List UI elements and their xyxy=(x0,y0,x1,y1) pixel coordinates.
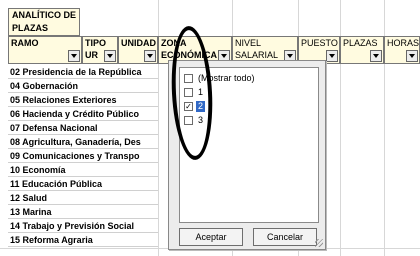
header-horas: HORAS xyxy=(384,36,420,64)
chevron-down-icon xyxy=(71,54,77,58)
header-label: TIPO UR xyxy=(85,38,107,60)
table-row[interactable]: 05 Relaciones Exteriores xyxy=(8,94,158,107)
header-plazas: PLAZAS xyxy=(340,36,384,64)
chevron-down-icon xyxy=(107,54,113,58)
chevron-down-icon xyxy=(147,54,153,58)
table-row[interactable]: 09 Comunicaciones y Transpo xyxy=(8,150,158,163)
filter-dropdown-button[interactable] xyxy=(104,50,116,62)
report-title-text: ANALÍTICO DE PLAZAS xyxy=(12,10,76,33)
table-row[interactable]: 10 Economía xyxy=(8,164,158,177)
table-row[interactable]: 04 Gobernación xyxy=(8,80,158,93)
header-ramo: RAMO xyxy=(8,36,82,64)
filter-dropdown-button[interactable] xyxy=(370,50,382,62)
table-row[interactable]: 06 Hacienda y Crédito Público xyxy=(8,108,158,121)
table-row[interactable]: 02 Presidencia de la República xyxy=(8,66,158,79)
chevron-down-icon xyxy=(329,54,335,58)
table-row[interactable]: 14 Trabajo y Previsión Social xyxy=(8,220,158,233)
header-unidad: UNIDAD xyxy=(118,36,158,64)
table-row[interactable]: 07 Defensa Nacional xyxy=(8,122,158,135)
header-tipo-ur: TIPO UR xyxy=(82,36,118,64)
filter-dropdown-button[interactable] xyxy=(406,50,418,62)
cancel-button[interactable]: Cancelar xyxy=(253,228,317,246)
header-label: RAMO xyxy=(11,38,39,48)
header-label: HORAS xyxy=(387,38,420,48)
chevron-down-icon xyxy=(287,54,293,58)
chevron-down-icon xyxy=(221,54,227,58)
accept-button[interactable]: Aceptar xyxy=(179,228,243,246)
table-row[interactable]: 15 Reforma Agraria xyxy=(8,234,158,247)
filter-dropdown-button[interactable] xyxy=(144,50,156,62)
filter-dropdown-button[interactable] xyxy=(326,50,338,62)
table-row[interactable]: 08 Agricultura, Ganadería, Des xyxy=(8,136,158,149)
header-label: UNIDAD xyxy=(121,38,156,48)
resize-grip-icon[interactable] xyxy=(315,239,323,247)
header-label: PUESTO xyxy=(301,38,338,48)
table-row[interactable]: 12 Salud xyxy=(8,192,158,205)
report-title: ANALÍTICO DE PLAZAS xyxy=(8,8,80,36)
filter-dropdown-button[interactable] xyxy=(68,50,80,62)
table-row[interactable]: 13 Marina xyxy=(8,206,158,219)
header-label: NIVEL SALARIAL xyxy=(235,38,279,60)
chevron-down-icon xyxy=(373,54,379,58)
table-row[interactable]: 11 Educación Pública xyxy=(8,178,158,191)
chevron-down-icon xyxy=(409,54,415,58)
header-label: PLAZAS xyxy=(343,38,378,48)
